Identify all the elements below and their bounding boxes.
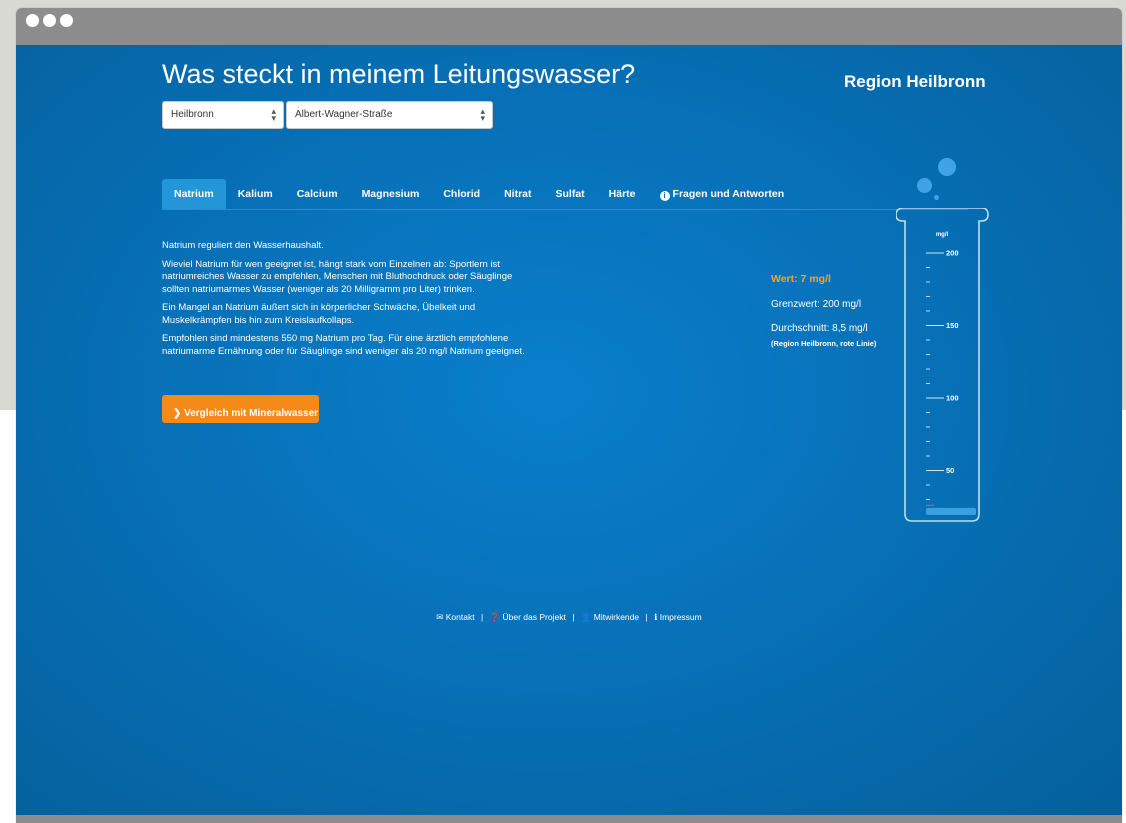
mail-icon: ✉: [436, 612, 444, 622]
current-value: Wert: 7 mg/l: [771, 273, 831, 285]
measuring-cylinder-gauge: mg/l 200 150 100 50: [896, 208, 989, 522]
question-icon: ❓: [489, 612, 501, 622]
bubble-icon: [938, 158, 956, 176]
description-intro: Natrium reguliert den Wasserhaushalt.: [162, 240, 324, 251]
tab-sulfat[interactable]: Sulfat: [544, 179, 597, 209]
window-bottombar: [16, 815, 1122, 823]
tab-faq-label: Fragen und Antworten: [672, 188, 785, 200]
bubble-icon: [934, 195, 939, 200]
tab-magnesium[interactable]: Magnesium: [350, 179, 432, 209]
page-title: Was steckt in meinem Leitungswasser?: [162, 59, 636, 89]
info-icon: ℹ: [654, 612, 658, 622]
footer: ✉ Kontakt | ❓ Über das Projekt | 👤 Mitwi…: [436, 612, 702, 622]
limit-value: Grenzwert: 200 mg/l: [771, 299, 862, 310]
tab-chlorid[interactable]: Chlorid: [431, 179, 492, 209]
footer-link-mitwirkende[interactable]: Mitwirkende: [594, 612, 639, 622]
mineral-description: Natrium reguliert den Wasserhaushalt. Wi…: [162, 240, 542, 364]
tab-kalium[interactable]: Kalium: [226, 179, 285, 209]
window-titlebar: [16, 8, 1122, 45]
average-note: (Region Heilbronn, rote Linie): [771, 339, 877, 348]
footer-link-kontakt[interactable]: Kontakt: [446, 612, 475, 622]
gauge-tick-label: 200: [946, 249, 959, 258]
info-icon: i: [659, 191, 670, 201]
bubble-icon: [917, 178, 932, 193]
street-select[interactable]: Albert-Wagner-Straße ▴ ▾: [286, 101, 493, 129]
tab-haerte[interactable]: Härte: [597, 179, 648, 209]
user-icon: 👤: [580, 612, 592, 622]
tab-nitrat[interactable]: Nitrat: [492, 179, 543, 209]
description-paragraph: Empfohlen sind mindestens 550 mg Natrium…: [162, 333, 525, 357]
gauge-ticks: 200 150 100 50: [926, 249, 959, 500]
browser-window: Was steckt in meinem Leitungswasser? Reg…: [16, 8, 1122, 823]
select-arrows-icon: ▴ ▾: [480, 106, 485, 123]
compare-button-label: Vergleich mit Mineralwasser: [184, 407, 319, 419]
window-maximize-dot[interactable]: [60, 14, 73, 27]
gauge-tick-label: 100: [946, 394, 959, 403]
gauge-tick-label: 150: [946, 321, 959, 330]
city-select[interactable]: Heilbronn ▴ ▾: [162, 101, 284, 129]
region-title: Region Heilbronn: [844, 72, 986, 91]
footer-link-projekt[interactable]: Über das Projekt: [503, 612, 566, 622]
average-value: Durchschnitt: 8,5 mg/l: [771, 323, 868, 334]
description-paragraph: Wieviel Natrium für wen geeignet ist, hä…: [162, 258, 513, 295]
select-arrows-icon: ▴ ▾: [271, 106, 276, 123]
mineral-tabs: Natrium Kalium Calcium Magnesium Chlorid…: [162, 179, 968, 210]
gauge-unit-label: mg/l: [936, 232, 949, 238]
footer-link-impressum[interactable]: Impressum: [660, 612, 702, 622]
tab-natrium[interactable]: Natrium: [162, 179, 226, 209]
window-minimize-dot[interactable]: [43, 14, 56, 27]
street-select-value: Albert-Wagner-Straße: [295, 109, 393, 120]
tab-calcium[interactable]: Calcium: [285, 179, 350, 209]
cylinder-outline: [896, 208, 989, 522]
window-close-dot[interactable]: [26, 14, 39, 27]
description-paragraph: Ein Mangel an Natrium äußert sich in kör…: [162, 302, 476, 326]
compare-mineral-water-button[interactable]: ❯ Vergleich mit Mineralwasser: [162, 395, 319, 423]
chevron-right-icon: ❯: [172, 407, 185, 419]
gauge-fill: [926, 507, 976, 515]
page-content: Was steckt in meinem Leitungswasser? Reg…: [16, 45, 1122, 815]
tab-faq[interactable]: i Fragen und Antworten: [648, 179, 797, 209]
city-select-value: Heilbronn: [171, 109, 214, 120]
gauge-tick-label: 50: [946, 466, 954, 475]
